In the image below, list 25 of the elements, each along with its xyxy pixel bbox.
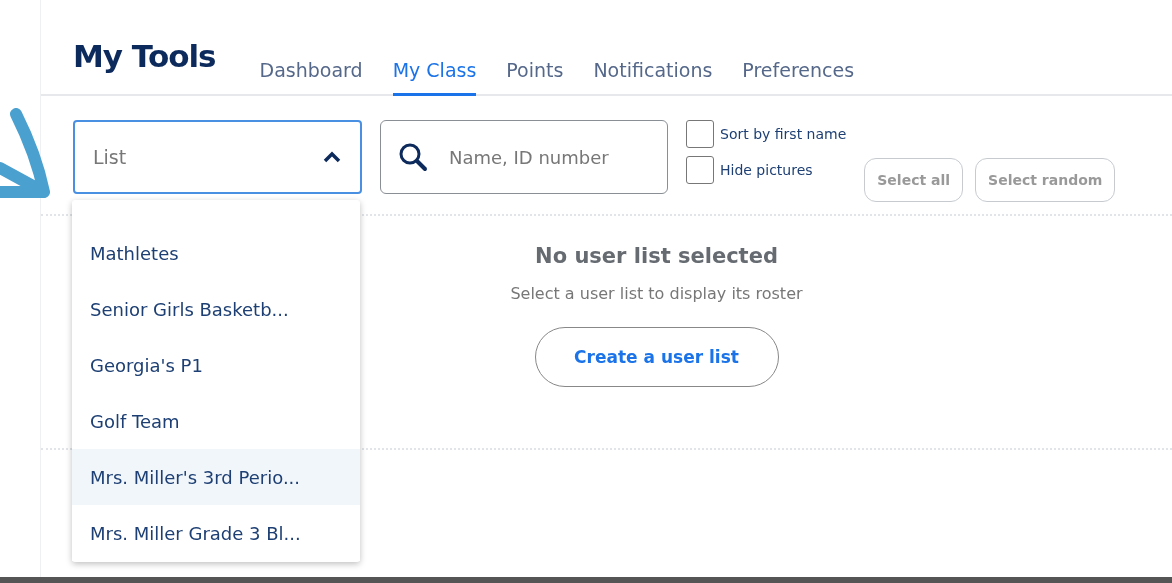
checkbox[interactable]: [686, 120, 714, 148]
dropdown-item[interactable]: Mrs. Miller Grade 3 Bl...: [72, 505, 360, 561]
nav-tab[interactable]: Dashboard: [259, 59, 363, 96]
caret-icon: [322, 151, 342, 163]
nav-tab[interactable]: Notifications: [593, 59, 713, 96]
nav-tab[interactable]: My Class: [392, 59, 477, 96]
dropdown-item[interactable]: Georgia's P1: [72, 337, 360, 393]
select-button[interactable]: Select random: [975, 158, 1116, 202]
select-button[interactable]: Select all: [864, 158, 964, 202]
list-select[interactable]: List: [73, 120, 362, 194]
dropdown-item[interactable]: Senior Girls Basketb...: [72, 281, 360, 337]
dropdown-item[interactable]: Mathletes: [72, 225, 360, 281]
dropdown-item[interactable]: Mrs. Miller's 3rd Perio...: [72, 449, 360, 505]
empty-message: Select a user list to display its roster: [510, 284, 803, 303]
page-title: My Tools: [73, 41, 216, 72]
checkbox-label: Hide pictures: [720, 162, 813, 178]
search-icon: [398, 142, 428, 172]
checkbox-label: Sort by first name: [720, 126, 847, 142]
nav-tab[interactable]: Points: [506, 59, 564, 96]
dropdown-item[interactable]: Golf Team: [72, 393, 360, 449]
empty-title: No user list selected: [535, 244, 778, 268]
create-list-button[interactable]: Create a user list: [534, 327, 779, 387]
search-field[interactable]: Name, ID number: [380, 120, 668, 194]
nav-tab[interactable]: Preferences: [742, 59, 855, 96]
checkbox[interactable]: [686, 156, 714, 184]
